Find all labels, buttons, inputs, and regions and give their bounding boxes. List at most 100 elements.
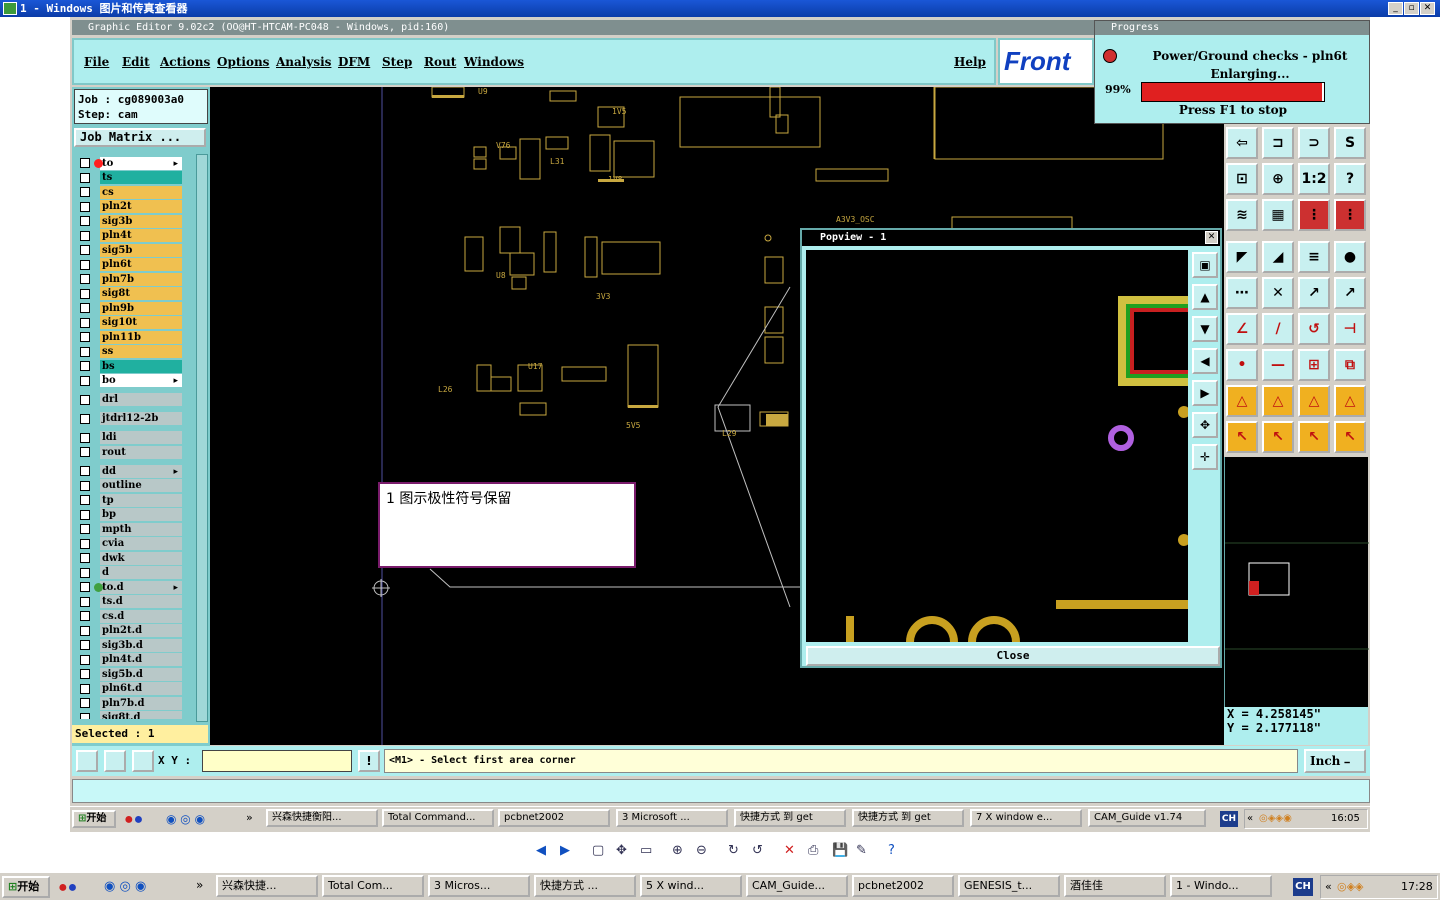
layer-name[interactable]: pln2t.d	[100, 624, 182, 638]
layer-row[interactable]: pln9b	[76, 301, 182, 316]
layer-name[interactable]: tp	[100, 493, 182, 507]
save-icon[interactable]: 💾	[832, 843, 848, 858]
popview-expand-icon[interactable]: ✥	[1192, 412, 1218, 438]
layer-checkbox[interactable]	[80, 669, 90, 680]
popview-close-icon[interactable]: ✕	[1205, 231, 1218, 244]
fit-all-icon[interactable]: ⊡	[1226, 163, 1258, 195]
layer-checkbox[interactable]	[80, 201, 90, 212]
layer-checkbox[interactable]	[80, 259, 90, 270]
layer-name[interactable]: sig5b.d	[100, 667, 182, 681]
menu-help[interactable]: Help	[954, 55, 986, 69]
tray-icons[interactable]: ◎◈◈	[1337, 876, 1364, 898]
layer-row[interactable]: sig10t	[76, 316, 182, 331]
zoom-out-icon[interactable]: ⊖	[696, 843, 710, 858]
layer-row[interactable]: cs	[76, 185, 182, 200]
rotate-icon[interactable]: ↺	[1298, 313, 1330, 345]
layer-row[interactable]: ts.d	[76, 595, 182, 610]
layer-checkbox[interactable]	[80, 625, 90, 636]
language-indicator[interactable]: CH	[1220, 811, 1238, 827]
minimize-icon[interactable]: _	[1388, 2, 1403, 15]
layer-row[interactable]: pln6t	[76, 258, 182, 273]
measure-icon[interactable]	[104, 750, 126, 772]
layer-name[interactable]: to	[100, 156, 182, 170]
quicklaunch-browser-icons[interactable]: ◉ ◎ ◉	[104, 879, 174, 895]
menu-analysis[interactable]: Analysis	[276, 55, 331, 69]
popview-zoom-fit-icon[interactable]: ▣	[1192, 252, 1218, 278]
arrow-line-icon[interactable]: △	[1334, 385, 1366, 417]
layer-checkbox[interactable]	[80, 375, 90, 386]
quicklaunch-icon[interactable]: ●●	[124, 811, 148, 828]
layer-checkbox[interactable]	[80, 582, 90, 593]
layer-checkbox[interactable]	[80, 303, 90, 314]
layer-row[interactable]: ts	[76, 171, 182, 186]
layer-row[interactable]: cs.d	[76, 609, 182, 624]
layer-name[interactable]: ss	[100, 345, 182, 359]
stop-icon[interactable]	[1103, 49, 1117, 63]
layer-row[interactable]: jtdrl12-2b	[76, 412, 182, 427]
layer-name[interactable]: cvia	[100, 537, 182, 551]
layer-row[interactable]: mpth	[76, 522, 182, 537]
menu-step[interactable]: Step	[382, 55, 412, 69]
taskbar-item[interactable]: 5 X wind...	[640, 875, 742, 897]
tray-icons[interactable]: ◎◈◈◉	[1259, 810, 1292, 828]
best-fit-icon[interactable]: ▢	[592, 843, 606, 858]
layer-name[interactable]: ts	[100, 171, 182, 185]
language-indicator[interactable]: CH	[1293, 878, 1313, 896]
help-query-icon[interactable]: ?	[1334, 163, 1366, 195]
layer-name[interactable]: pln11b	[100, 330, 182, 344]
layer-checkbox[interactable]	[80, 524, 90, 535]
layer-row[interactable]: bs	[76, 359, 182, 374]
layer-checkbox[interactable]	[80, 466, 90, 477]
layer-row[interactable]: to.d ▸	[76, 580, 182, 595]
quicklaunch-icon[interactable]: ●●	[58, 879, 88, 896]
layer-name[interactable]: pln4t	[100, 229, 182, 243]
print-icon[interactable]: ⎙	[808, 843, 822, 858]
point-red-icon[interactable]: ↗	[1334, 277, 1366, 309]
layer-row[interactable]: sig5b.d	[76, 667, 182, 682]
layer-name[interactable]: pln2t	[100, 200, 182, 214]
layer-name[interactable]: pln6t.d	[100, 682, 182, 696]
layer-name[interactable]: sig5b	[100, 243, 182, 257]
taskbar-item[interactable]: Total Com...	[322, 875, 424, 897]
zoom-1-2-icon[interactable]: 1:2	[1298, 163, 1330, 195]
taskbar-item[interactable]: pcbnet2002	[852, 875, 954, 897]
layer-name[interactable]: outline	[100, 479, 182, 493]
popview-center-icon[interactable]: ✛	[1192, 444, 1218, 470]
help-icon[interactable]: ?	[888, 843, 902, 858]
chevron-more-icon[interactable]: »	[196, 878, 203, 892]
actual-size-icon[interactable]: ✥	[616, 843, 630, 858]
taskbar-item[interactable]: 兴森快捷衡阳...	[266, 809, 378, 827]
layer-name[interactable]: d	[100, 566, 182, 580]
layer-row[interactable]: pln7b.d	[76, 696, 182, 711]
layer-name[interactable]: drl	[100, 393, 182, 407]
slideshow-icon[interactable]: ▭	[640, 843, 654, 858]
layer-checkbox[interactable]	[80, 172, 90, 183]
layer-row[interactable]: d	[76, 566, 182, 581]
layer-name[interactable]: pln9b	[100, 301, 182, 315]
taskbar-item[interactable]: 快捷方式 到 get	[734, 809, 846, 827]
alert-icon[interactable]: !	[358, 750, 380, 772]
arrow-up-red-icon[interactable]: △	[1262, 385, 1294, 417]
layer-row[interactable]: drl	[76, 393, 182, 408]
popview-pan-right-icon[interactable]: ▶	[1192, 380, 1218, 406]
layer-row[interactable]: sig8t	[76, 287, 182, 302]
layer-row[interactable]: pln2t.d	[76, 624, 182, 639]
layer-row[interactable]: pln4t.d	[76, 653, 182, 668]
ruler-icon[interactable]: ≡	[1298, 241, 1330, 273]
layer-name[interactable]: dd	[100, 464, 182, 478]
layer-row[interactable]: pln4t	[76, 229, 182, 244]
popview-canvas[interactable]	[806, 250, 1188, 642]
taskbar-item[interactable]: CAM_Guide v1.74	[1088, 809, 1206, 827]
layer-checkbox[interactable]	[80, 611, 90, 622]
layer-row[interactable]: sig5b	[76, 243, 182, 258]
menu-file[interactable]: File	[84, 55, 109, 69]
layer-name[interactable]: jtdrl12-2b	[100, 412, 182, 426]
select-arrow-2-icon[interactable]: ↖	[1262, 421, 1294, 453]
layer-name[interactable]: sig3b	[100, 214, 182, 228]
layer-checkbox[interactable]	[80, 654, 90, 665]
menu-dfm[interactable]: DFM	[338, 55, 370, 69]
popview-pan-left-icon[interactable]: ◀	[1192, 348, 1218, 374]
layer-name[interactable]: pln4t.d	[100, 653, 182, 667]
pan-icon-icon[interactable]: ⊕	[1262, 163, 1294, 195]
taskbar-item[interactable]: 快捷方式 ...	[534, 875, 636, 897]
